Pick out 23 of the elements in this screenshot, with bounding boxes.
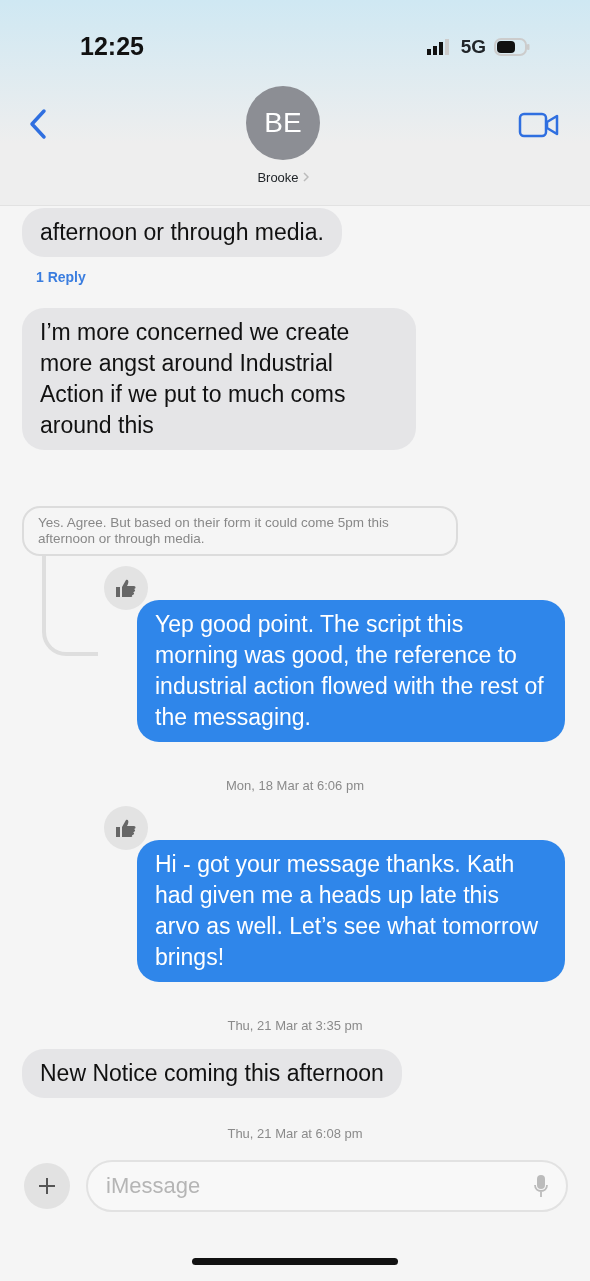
- message-bubble: I’m more concerned we create more angst around Industrial Action if we put to much coms around this: [22, 308, 416, 450]
- message-bubble: afternoon or through media.: [22, 208, 342, 257]
- reply-count-link[interactable]: 1 Reply: [36, 267, 590, 288]
- video-call-button[interactable]: [518, 111, 560, 138]
- network-label: 5G: [460, 34, 486, 59]
- tapback-badge[interactable]: [104, 805, 148, 850]
- tapback-badge[interactable]: [104, 566, 148, 610]
- status-time: 12:25: [80, 31, 144, 62]
- add-button[interactable]: [24, 1162, 70, 1209]
- message-bubble: Hi - got your message thanks. Kath had given me a heads up late this arvo as well. Let’s see what tomorrow brings!: [137, 839, 565, 982]
- message-bubble: New Notice coming this afternoon: [22, 1049, 402, 1098]
- chevron-icon: [302, 172, 309, 183]
- quoted-message[interactable]: Yes. Agree. But based on their form it could come 5pm this afternoon or through media.: [22, 506, 458, 556]
- message-timestamp: Thu, 21 Mar at 6:08 pm: [226, 1125, 364, 1143]
- plus-icon: [37, 1175, 57, 1196]
- contact-name[interactable]: Brooke: [257, 167, 299, 187]
- message-input[interactable]: iMessage: [86, 1159, 568, 1212]
- message-timestamp: Thu, 21 Mar at 3:35 pm: [226, 1016, 364, 1035]
- battery-icon: [494, 37, 530, 56]
- message-timestamp: Mon, 18 Mar at 6:06 pm: [225, 777, 365, 795]
- contact-avatar[interactable]: BE: [246, 85, 320, 160]
- message-bubble: Yep good point. The script this morning was good, the reference to industrial action flowed with the rest of the messaging.: [137, 600, 565, 742]
- back-button[interactable]: [28, 107, 48, 140]
